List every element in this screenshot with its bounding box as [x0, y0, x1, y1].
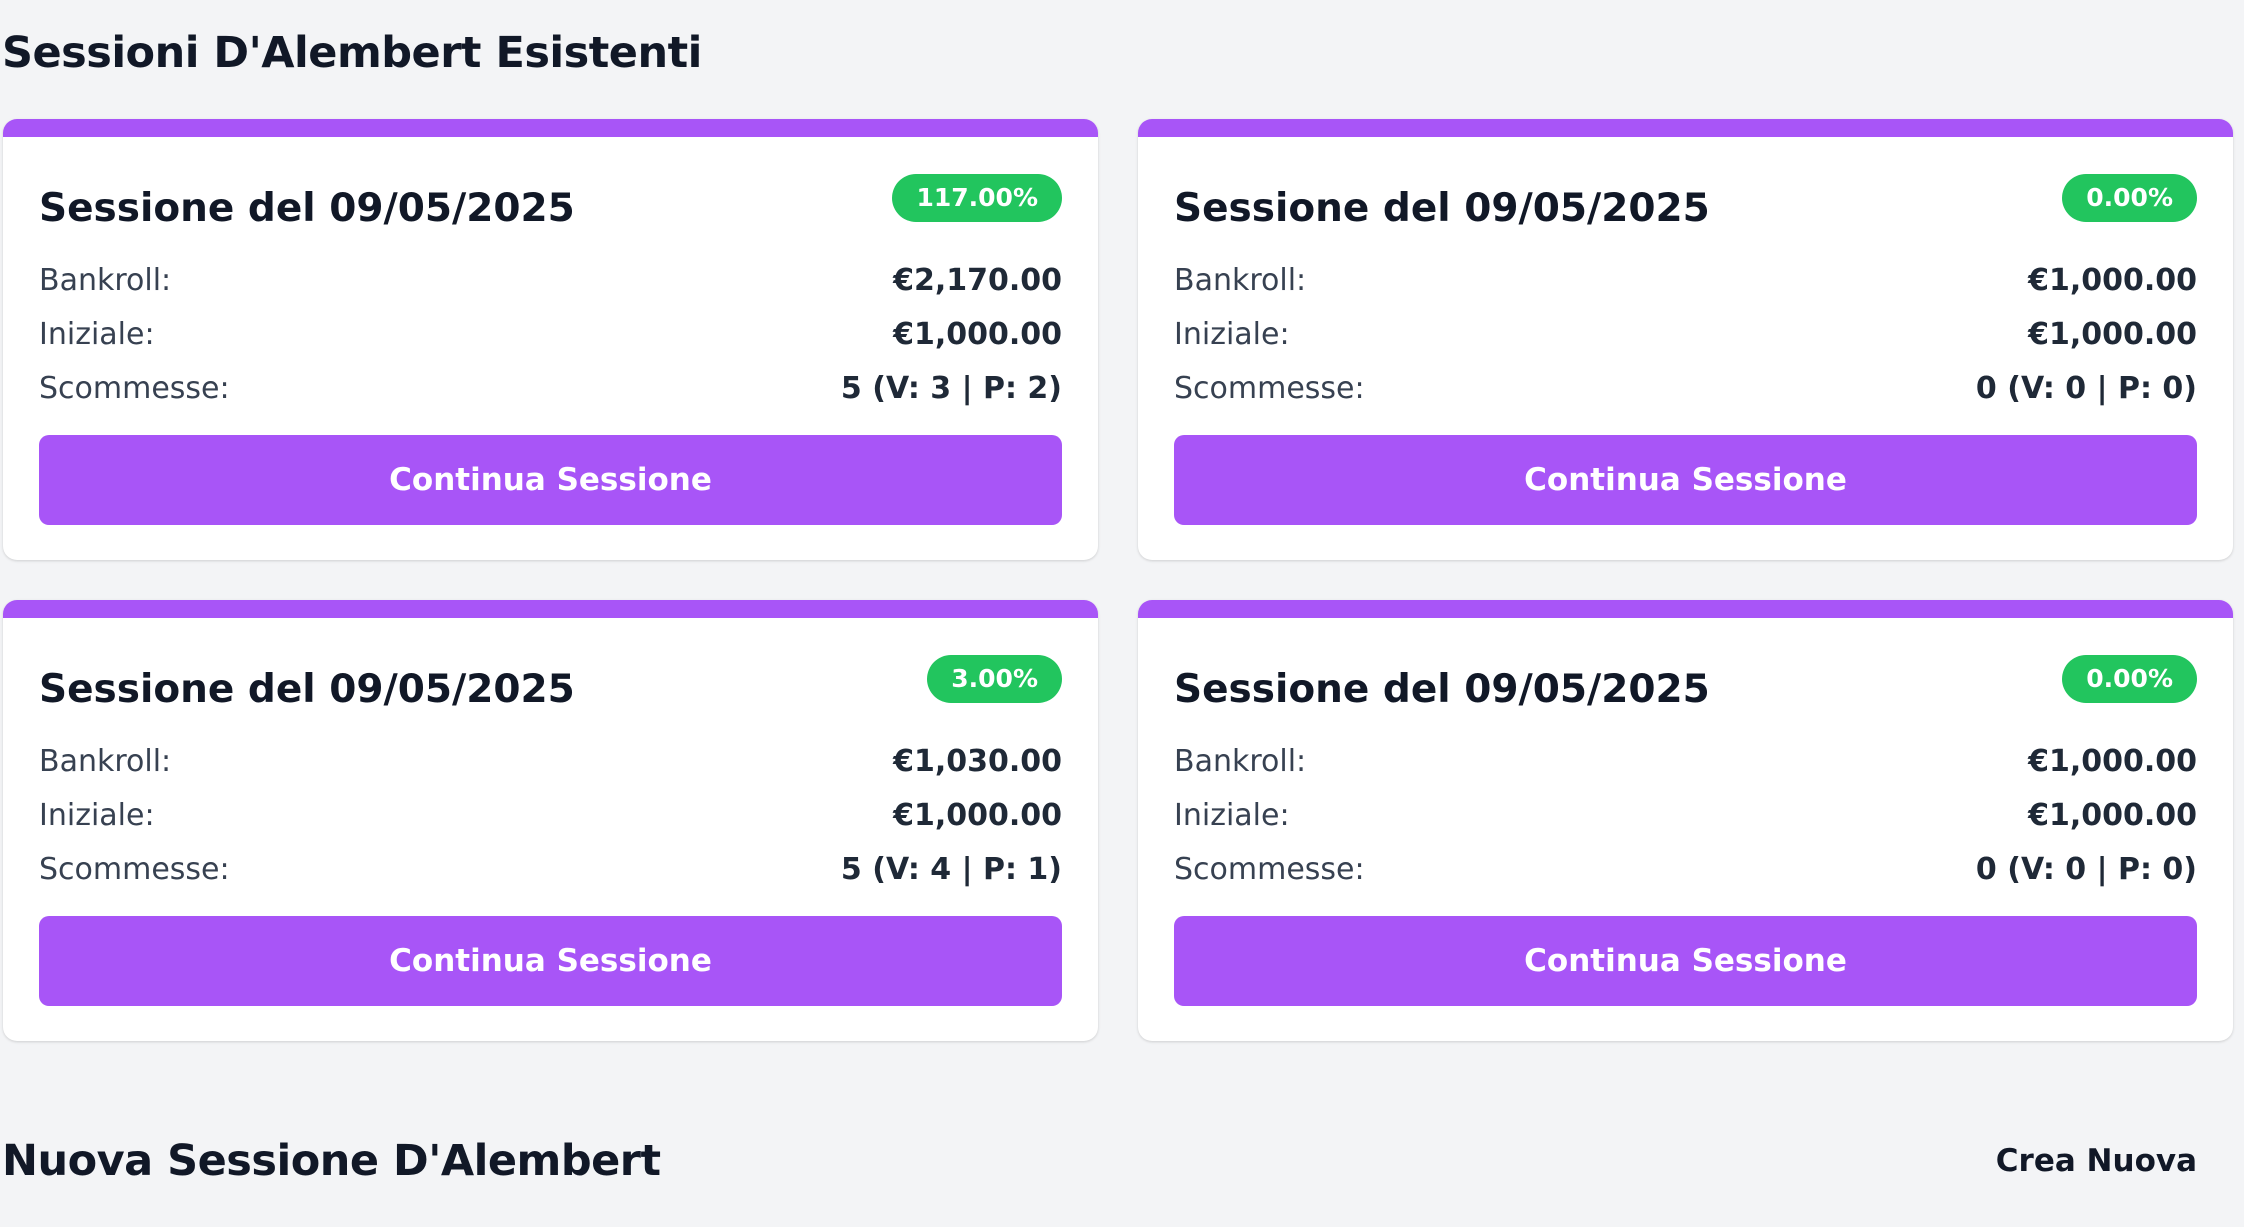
new-session-title: Nuova Sessione D'Alembert: [2, 1136, 661, 1186]
continue-session-button[interactable]: Continua Sessione: [39, 916, 1062, 1006]
session-title: Sessione del 09/05/2025: [39, 667, 575, 712]
bets-row: Scommesse: 0 (V: 0 | P: 0): [1174, 361, 2197, 415]
bets-label: Scommesse:: [1174, 851, 1365, 887]
card-accent-bar: [3, 119, 1098, 137]
initial-label: Iniziale:: [39, 797, 155, 833]
initial-label: Iniziale:: [39, 316, 155, 352]
initial-row: Iniziale: €1,000.00: [1174, 788, 2197, 842]
session-card: Sessione del 09/05/2025 0.00% Bankroll: …: [1138, 119, 2233, 560]
initial-row: Iniziale: €1,000.00: [39, 788, 1062, 842]
session-title: Sessione del 09/05/2025: [1174, 186, 1710, 231]
session-title: Sessione del 09/05/2025: [39, 186, 575, 231]
session-stats: Bankroll: €1,000.00 Iniziale: €1,000.00 …: [1174, 734, 2197, 896]
roi-badge: 0.00%: [2062, 174, 2197, 222]
initial-label: Iniziale:: [1174, 797, 1290, 833]
initial-value: €1,000.00: [893, 316, 1062, 352]
bankroll-row: Bankroll: €1,030.00: [39, 734, 1062, 788]
continue-session-button[interactable]: Continua Sessione: [1174, 435, 2197, 525]
bets-row: Scommesse: 0 (V: 0 | P: 0): [1174, 842, 2197, 896]
bets-value: 5 (V: 3 | P: 2): [840, 370, 1062, 406]
session-title: Sessione del 09/05/2025: [1174, 667, 1710, 712]
bankroll-row: Bankroll: €1,000.00: [1174, 734, 2197, 788]
initial-value: €1,000.00: [2028, 797, 2197, 833]
bankroll-value: €1,000.00: [2028, 262, 2197, 298]
card-accent-bar: [1138, 119, 2233, 137]
initial-value: €1,000.00: [2028, 316, 2197, 352]
bankroll-label: Bankroll:: [1174, 743, 1307, 779]
bets-value: 5 (V: 4 | P: 1): [840, 851, 1062, 887]
bets-row: Scommesse: 5 (V: 4 | P: 1): [39, 842, 1062, 896]
session-stats: Bankroll: €2,170.00 Iniziale: €1,000.00 …: [39, 253, 1062, 415]
session-grid: Sessione del 09/05/2025 117.00% Bankroll…: [3, 119, 2233, 1041]
bets-row: Scommesse: 5 (V: 3 | P: 2): [39, 361, 1062, 415]
bankroll-row: Bankroll: €1,000.00: [1174, 253, 2197, 307]
roi-badge: 3.00%: [927, 655, 1062, 703]
continue-session-button[interactable]: Continua Sessione: [39, 435, 1062, 525]
roi-badge: 117.00%: [892, 174, 1062, 222]
initial-label: Iniziale:: [1174, 316, 1290, 352]
session-card: Sessione del 09/05/2025 0.00% Bankroll: …: [1138, 600, 2233, 1041]
bankroll-value: €2,170.00: [893, 262, 1062, 298]
bets-label: Scommesse:: [39, 851, 230, 887]
bankroll-row: Bankroll: €2,170.00: [39, 253, 1062, 307]
roi-badge: 0.00%: [2062, 655, 2197, 703]
session-card: Sessione del 09/05/2025 117.00% Bankroll…: [3, 119, 1098, 560]
bankroll-label: Bankroll:: [1174, 262, 1307, 298]
page-title: Sessioni D'Alembert Esistenti: [2, 28, 702, 78]
bets-value: 0 (V: 0 | P: 0): [1975, 370, 2197, 406]
initial-row: Iniziale: €1,000.00: [39, 307, 1062, 361]
create-new-button[interactable]: Crea Nuova: [1996, 1136, 2197, 1186]
card-accent-bar: [1138, 600, 2233, 618]
bankroll-label: Bankroll:: [39, 262, 172, 298]
initial-row: Iniziale: €1,000.00: [1174, 307, 2197, 361]
session-stats: Bankroll: €1,000.00 Iniziale: €1,000.00 …: [1174, 253, 2197, 415]
session-card: Sessione del 09/05/2025 3.00% Bankroll: …: [3, 600, 1098, 1041]
bankroll-value: €1,000.00: [2028, 743, 2197, 779]
bets-value: 0 (V: 0 | P: 0): [1975, 851, 2197, 887]
bets-label: Scommesse:: [1174, 370, 1365, 406]
continue-session-button[interactable]: Continua Sessione: [1174, 916, 2197, 1006]
initial-value: €1,000.00: [893, 797, 1062, 833]
card-accent-bar: [3, 600, 1098, 618]
session-stats: Bankroll: €1,030.00 Iniziale: €1,000.00 …: [39, 734, 1062, 896]
bankroll-value: €1,030.00: [893, 743, 1062, 779]
bets-label: Scommesse:: [39, 370, 230, 406]
bankroll-label: Bankroll:: [39, 743, 172, 779]
